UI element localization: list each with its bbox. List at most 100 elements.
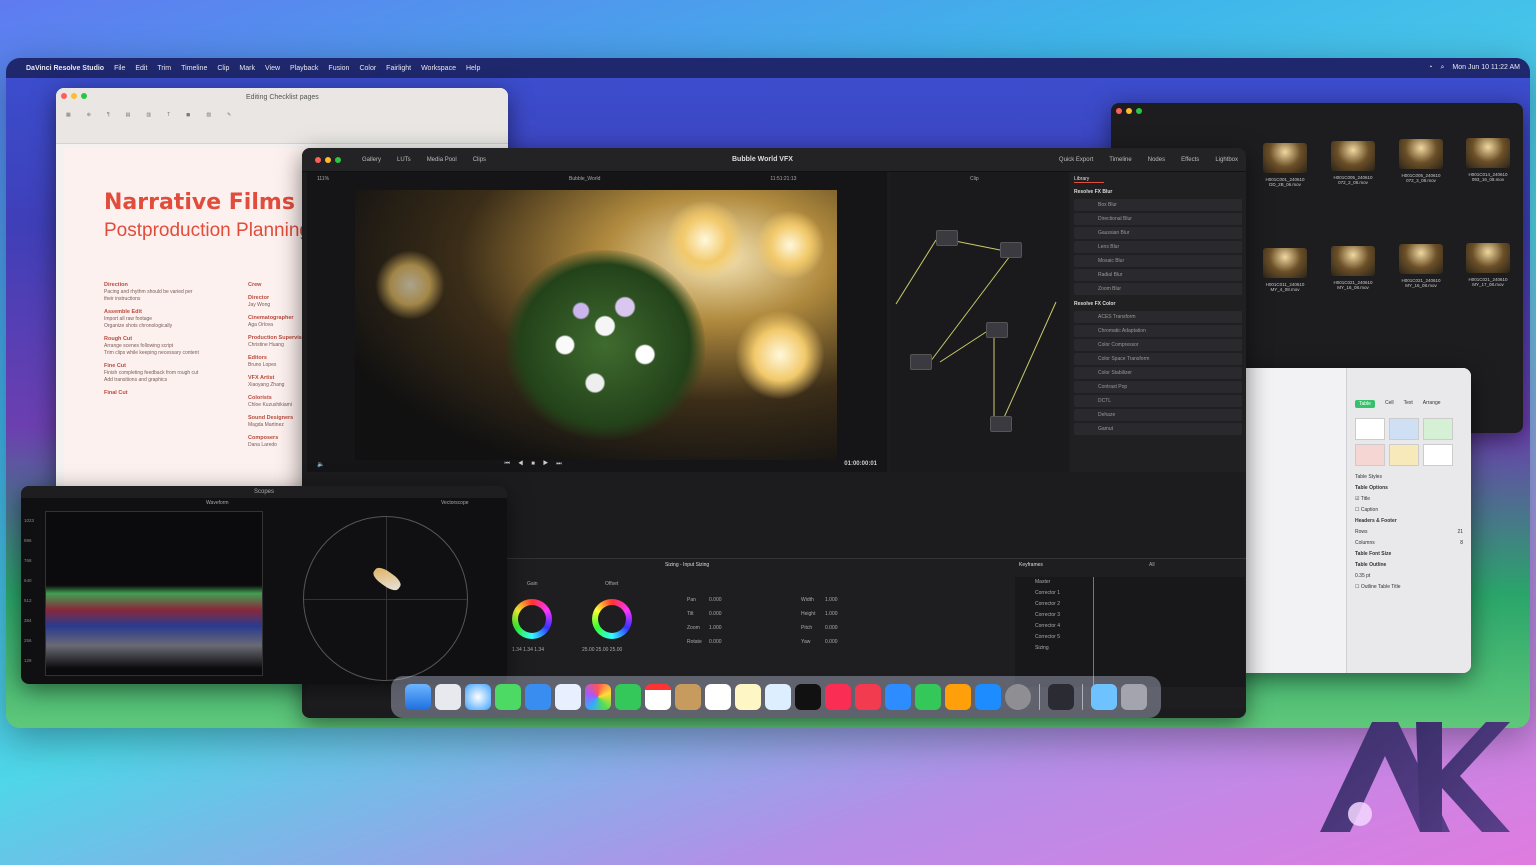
offset-values[interactable]: 25.00 25.00 25.00 — [582, 647, 622, 653]
pages-icon[interactable] — [945, 684, 971, 710]
wifi-icon[interactable]: ◔ — [1428, 64, 1432, 72]
numbers-icon[interactable] — [915, 684, 941, 710]
file-name[interactable]: H001C001_240610 DD_2B_06.mov — [1257, 177, 1313, 187]
file-name[interactable]: H001C021_240610 MY_16_08.mov — [1393, 278, 1449, 288]
waveform-label[interactable]: Waveform — [206, 500, 229, 506]
trash-icon[interactable] — [1121, 684, 1147, 710]
table-style-swatch[interactable] — [1355, 418, 1385, 440]
fx-item[interactable]: Color Compressor — [1074, 339, 1242, 351]
fx-item[interactable]: Zoom Blur — [1074, 283, 1242, 295]
video-thumbnail[interactable] — [1466, 138, 1510, 168]
text-icon[interactable]: T — [167, 112, 170, 118]
menu-view[interactable]: View — [265, 65, 280, 72]
tab-cell[interactable]: Cell — [1385, 400, 1394, 408]
video-frame[interactable] — [355, 190, 837, 460]
calendar-icon[interactable] — [645, 684, 671, 710]
keyframe-row[interactable]: Corrector 1 — [1035, 590, 1060, 596]
fx-item[interactable]: Color Stabilizer — [1074, 367, 1242, 379]
color-node[interactable] — [910, 354, 932, 370]
reminders-icon[interactable] — [705, 684, 731, 710]
tab-lightbox[interactable]: Lightbox — [1215, 157, 1238, 163]
fx-item[interactable]: Chromatic Adaptation — [1074, 325, 1242, 337]
menubar-clock[interactable]: Mon Jun 10 11:22 AM — [1452, 64, 1520, 72]
close-button[interactable] — [315, 156, 321, 163]
outline-size[interactable]: 0.35 pt — [1355, 571, 1463, 582]
library-tab[interactable]: Library — [1074, 176, 1104, 183]
menu-workspace[interactable]: Workspace — [421, 65, 456, 72]
close-button[interactable] — [1116, 108, 1122, 114]
launchpad-icon[interactable] — [435, 684, 461, 710]
davinci-resolve-icon[interactable] — [1048, 684, 1074, 710]
menu-fusion[interactable]: Fusion — [328, 65, 349, 72]
menu-trim[interactable]: Trim — [157, 65, 171, 72]
video-thumbnail[interactable] — [1331, 141, 1375, 171]
fx-item[interactable]: Gamut — [1074, 423, 1242, 435]
fx-item[interactable]: Contrast Pop — [1074, 381, 1242, 393]
playhead[interactable] — [1093, 577, 1094, 687]
video-thumbnail[interactable] — [1263, 248, 1307, 278]
menu-timeline[interactable]: Timeline — [181, 65, 207, 72]
file-name[interactable]: H001C021_240610 MY_17_08.mov — [1460, 277, 1516, 287]
menu-file[interactable]: File — [114, 65, 125, 72]
fx-item[interactable]: DCTL — [1074, 395, 1242, 407]
menu-playback[interactable]: Playback — [290, 65, 318, 72]
offset-wheel[interactable] — [592, 599, 632, 639]
freeform-icon[interactable] — [765, 684, 791, 710]
minimize-button[interactable] — [325, 156, 331, 163]
menu-color[interactable]: Color — [359, 65, 376, 72]
file-name[interactable]: H001C005_240610 072_2_08.mov — [1325, 175, 1381, 185]
video-thumbnail[interactable] — [1399, 244, 1443, 274]
close-button[interactable] — [61, 93, 67, 99]
file-name[interactable]: H001C021_240610 MY_16_08.mov — [1325, 280, 1381, 290]
maps-icon[interactable] — [555, 684, 581, 710]
keyframe-row[interactable]: Master — [1035, 579, 1050, 585]
fx-item[interactable]: Gaussian Blur — [1074, 227, 1242, 239]
mail-icon[interactable] — [525, 684, 551, 710]
option-caption[interactable]: ☐ Caption — [1355, 505, 1463, 516]
media-icon[interactable]: ▨ — [206, 112, 211, 118]
tab-table[interactable]: Table — [1355, 400, 1375, 408]
photos-icon[interactable] — [585, 684, 611, 710]
zoom-field[interactable]: 1.000 — [709, 625, 722, 631]
color-node[interactable] — [936, 230, 958, 246]
menu-mark[interactable]: Mark — [239, 65, 255, 72]
fx-item[interactable]: Lens Blur — [1074, 241, 1242, 253]
safari-icon[interactable] — [465, 684, 491, 710]
music-icon[interactable] — [825, 684, 851, 710]
zoom-button[interactable] — [81, 93, 87, 99]
table-style-swatch[interactable] — [1423, 444, 1453, 466]
chart-icon[interactable]: ▥ — [146, 112, 151, 118]
tab-gallery[interactable]: Gallery — [362, 157, 381, 163]
view-icon[interactable]: ▦ — [66, 112, 71, 118]
settings-icon[interactable] — [1005, 684, 1031, 710]
tab-timeline[interactable]: Timeline — [1109, 157, 1131, 163]
menu-clip[interactable]: Clip — [217, 65, 229, 72]
notes-icon[interactable] — [735, 684, 761, 710]
tv-icon[interactable] — [795, 684, 821, 710]
volume-icon[interactable]: 🔈 — [317, 461, 324, 468]
color-node[interactable] — [986, 322, 1008, 338]
tilt-field[interactable]: 0.000 — [709, 611, 722, 617]
keynote-icon[interactable] — [885, 684, 911, 710]
yaw-field[interactable]: 0.000 — [825, 639, 838, 645]
zoom-icon[interactable]: ⊕ — [87, 112, 91, 118]
menu-edit[interactable]: Edit — [135, 65, 147, 72]
outline-title-option[interactable]: ☐ Outline Table Title — [1355, 582, 1463, 593]
fx-item[interactable]: Color Space Transform — [1074, 353, 1242, 365]
messages-icon[interactable] — [495, 684, 521, 710]
color-node[interactable] — [1000, 242, 1022, 258]
fx-item[interactable]: ACES Transform — [1074, 311, 1242, 323]
zoom-level[interactable]: 111% — [317, 176, 329, 182]
tab-effects[interactable]: Effects — [1181, 157, 1199, 163]
video-thumbnail[interactable] — [1466, 243, 1510, 273]
fx-item[interactable]: Directional Blur — [1074, 213, 1242, 225]
tab-arrange[interactable]: Arrange — [1423, 400, 1441, 408]
contacts-icon[interactable] — [675, 684, 701, 710]
app-store-icon[interactable] — [975, 684, 1001, 710]
zoom-button[interactable] — [1136, 108, 1142, 114]
rows-stepper[interactable]: 21 — [1457, 527, 1463, 538]
table-icon[interactable]: ▤ — [126, 112, 131, 118]
video-thumbnail[interactable] — [1399, 139, 1443, 169]
file-name[interactable]: H001C011_240610 MY_4_08.mov — [1257, 282, 1313, 292]
zoom-button[interactable] — [335, 156, 341, 163]
